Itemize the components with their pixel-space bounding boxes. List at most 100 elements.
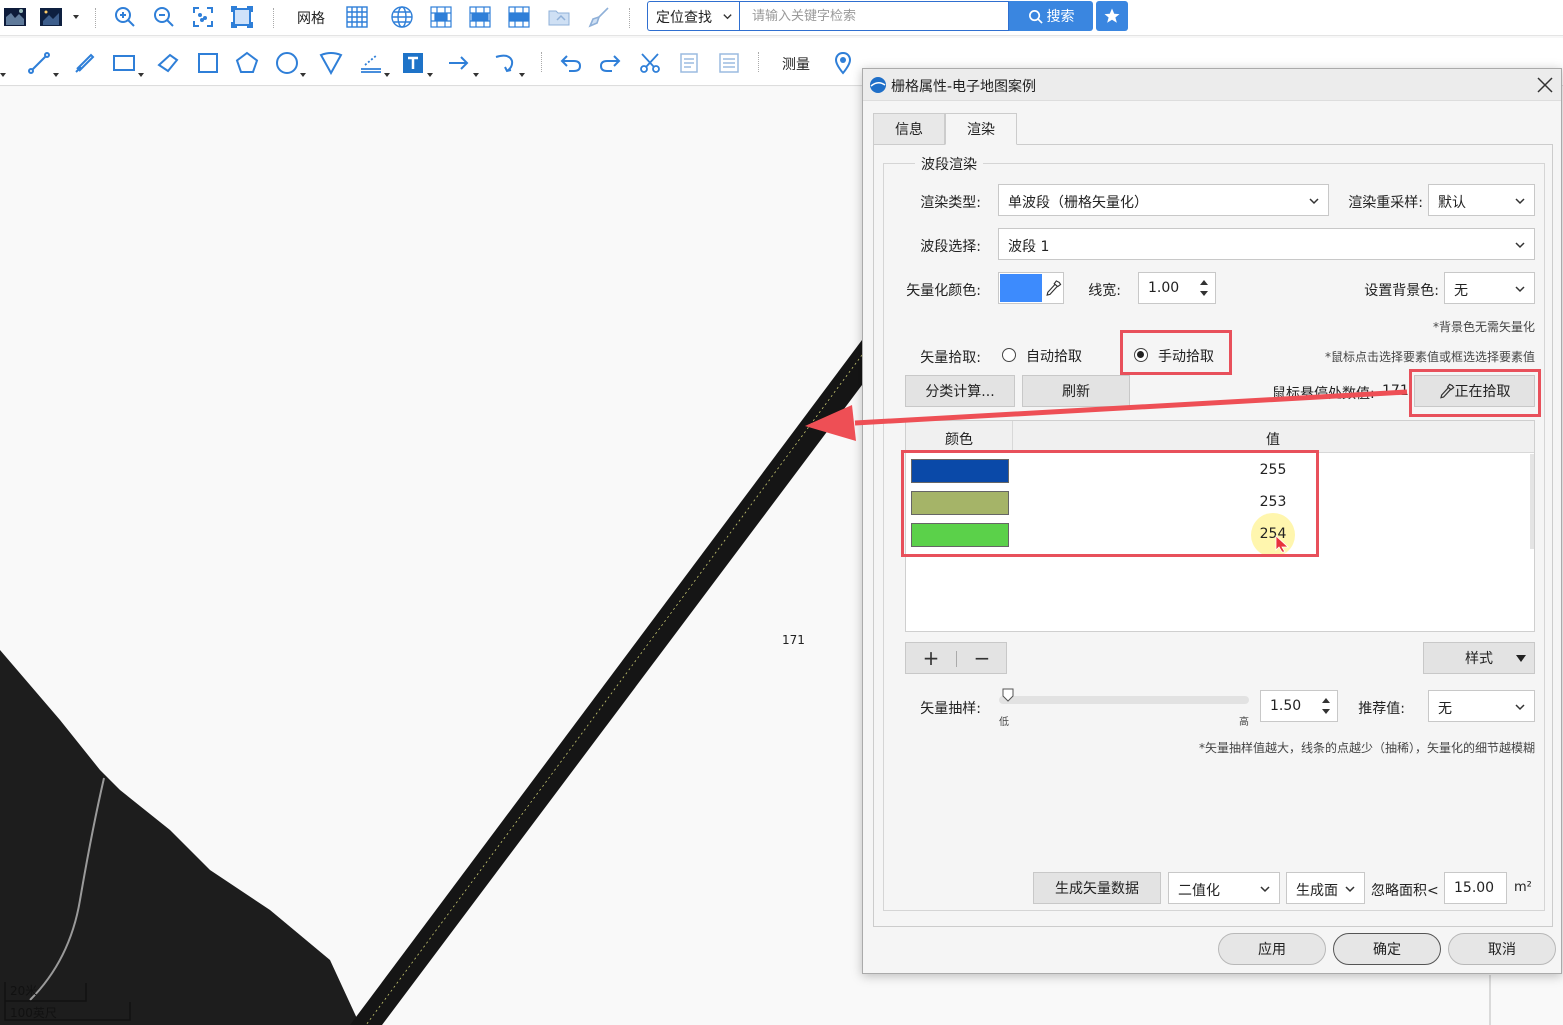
line-width-spinner[interactable]: 1.00	[1138, 272, 1216, 304]
binarize-select[interactable]: 二值化	[1168, 872, 1280, 904]
chevron-down-icon	[1515, 286, 1525, 293]
generate-type-select[interactable]: 生成面	[1286, 872, 1365, 904]
undo-icon[interactable]	[558, 50, 584, 76]
ignore-area-input[interactable]: 15.00	[1444, 872, 1507, 904]
grid-label[interactable]: 网格	[297, 8, 325, 28]
polygon-tool-icon[interactable]	[155, 50, 181, 76]
remove-row-button[interactable]: −	[957, 643, 1007, 673]
tool-dropdown-icon[interactable]	[53, 73, 59, 77]
square-tool-icon[interactable]	[195, 50, 221, 76]
resample-select[interactable]: 默认	[1428, 184, 1535, 216]
ruler-tool-icon[interactable]	[358, 50, 384, 76]
cancel-button[interactable]: 取消	[1448, 933, 1556, 965]
copy-icon[interactable]	[676, 50, 702, 76]
classify-button[interactable]: 分类计算...	[905, 375, 1015, 407]
bg-color-select[interactable]: 无	[1444, 272, 1535, 304]
recommend-select[interactable]: 无	[1428, 690, 1535, 722]
picking-button-label: 正在拾取	[1454, 384, 1511, 400]
apply-button[interactable]: 应用	[1218, 933, 1326, 965]
mgrs-grid-icon[interactable]	[506, 4, 532, 30]
tool-dropdown-icon[interactable]	[138, 73, 144, 77]
search-input[interactable]	[739, 1, 1009, 31]
raster-properties-dialog: 栅格属性-电子地图案例 信息 渲染 波段渲染 渲染类型: 单波段（栅格矢量化） …	[862, 68, 1562, 974]
tool-dropdown-icon[interactable]	[427, 73, 433, 77]
tool-dropdown-icon[interactable]	[384, 73, 390, 77]
resample-label: 渲染重采样:	[1348, 195, 1423, 211]
lnglat-grid-icon[interactable]	[389, 4, 415, 30]
tool-dropdown-icon[interactable]	[519, 73, 525, 77]
location-pin-icon[interactable]	[830, 50, 856, 76]
arrow-tool-icon[interactable]	[446, 50, 472, 76]
polyline-tool-icon[interactable]	[26, 50, 52, 76]
table-row[interactable]: 253	[906, 487, 1534, 519]
table-row[interactable]: 254	[906, 513, 1534, 557]
grid-icon[interactable]	[344, 4, 370, 30]
vector-color-picker[interactable]	[998, 272, 1064, 304]
close-icon[interactable]	[1533, 73, 1557, 97]
nm-grid-icon[interactable]	[467, 4, 493, 30]
favorite-button[interactable]	[1096, 1, 1128, 31]
table-scrollbar[interactable]	[1530, 454, 1534, 549]
tool-dropdown-icon[interactable]	[300, 73, 306, 77]
text-tool-icon[interactable]	[400, 50, 426, 76]
curve-arrow-tool-icon[interactable]	[492, 50, 518, 76]
generate-vector-label: 生成矢量数据	[1055, 881, 1139, 897]
tool-dropdown-icon[interactable]	[0, 73, 6, 77]
basemap-satellite-icon[interactable]	[2, 4, 28, 30]
sampling-slider-track[interactable]	[999, 696, 1249, 704]
chevron-down-icon	[1515, 242, 1525, 249]
scale-bar: 20米 100英尺	[4, 982, 132, 1022]
render-type-select[interactable]: 单波段（栅格矢量化）	[998, 184, 1329, 216]
ok-button-label: 确定	[1373, 942, 1401, 958]
spinner-arrows-icon[interactable]	[1321, 695, 1331, 717]
pick-auto-label[interactable]: 自动拾取	[1026, 346, 1082, 366]
locate-select[interactable]: 定位查找	[647, 1, 739, 31]
chevron-down-icon	[1515, 704, 1525, 711]
folder-icon[interactable]	[546, 4, 572, 30]
ignore-area-label: 忽略面积<	[1371, 883, 1439, 899]
tab-info[interactable]: 信息	[873, 113, 945, 145]
sampling-slider-thumb[interactable]	[1002, 688, 1014, 702]
measure-label[interactable]: 测量	[782, 54, 810, 74]
sector-tool-icon[interactable]	[318, 50, 344, 76]
ok-button[interactable]: 确定	[1333, 933, 1441, 965]
row-color-swatch[interactable]	[911, 523, 1009, 547]
row-color-swatch[interactable]	[911, 459, 1009, 483]
pick-manual-label[interactable]: 手动拾取	[1158, 346, 1214, 366]
redo-icon[interactable]	[597, 50, 623, 76]
add-row-button[interactable]: +	[906, 643, 956, 673]
generate-vector-button[interactable]: 生成矢量数据	[1033, 872, 1161, 904]
rectangle-tool-icon[interactable]	[111, 50, 137, 76]
basemap-dropdown-icon[interactable]	[73, 15, 79, 19]
toolbar-separator	[95, 8, 97, 28]
pick-manual-radio[interactable]	[1134, 348, 1148, 362]
picking-button[interactable]: 正在拾取	[1414, 375, 1535, 407]
freehand-tool-icon[interactable]	[72, 50, 98, 76]
pick-auto-radio[interactable]	[1002, 348, 1016, 362]
refresh-button[interactable]: 刷新	[1022, 375, 1130, 407]
search-button[interactable]: 搜索	[1009, 1, 1093, 31]
tab-render[interactable]: 渲染	[945, 113, 1017, 145]
clear-brush-icon[interactable]	[586, 4, 612, 30]
style-button[interactable]: 样式	[1423, 642, 1535, 674]
zoom-extent-icon[interactable]	[190, 4, 216, 30]
full-screen-icon[interactable]	[229, 4, 255, 30]
search-button-label: 搜索	[1046, 9, 1075, 25]
band-select[interactable]: 波段 1	[998, 228, 1535, 260]
row-color-swatch[interactable]	[911, 491, 1009, 515]
tool-dropdown-icon[interactable]	[473, 73, 479, 77]
eyedropper-icon[interactable]	[1045, 279, 1062, 297]
circle-tool-icon[interactable]	[274, 50, 300, 76]
table-row[interactable]: 255	[906, 455, 1534, 487]
basemap-night-icon[interactable]	[38, 4, 64, 30]
list-icon[interactable]	[716, 50, 742, 76]
cut-icon[interactable]	[637, 50, 663, 76]
spinner-arrows-icon[interactable]	[1199, 277, 1209, 299]
sampling-spinner[interactable]: 1.50	[1260, 690, 1338, 722]
km-grid-icon[interactable]	[428, 4, 454, 30]
pentagon-tool-icon[interactable]	[234, 50, 260, 76]
zoom-in-icon[interactable]	[112, 4, 138, 30]
dialog-titlebar[interactable]: 栅格属性-电子地图案例	[863, 69, 1561, 101]
chevron-down-icon	[723, 14, 732, 20]
zoom-out-icon[interactable]	[151, 4, 177, 30]
